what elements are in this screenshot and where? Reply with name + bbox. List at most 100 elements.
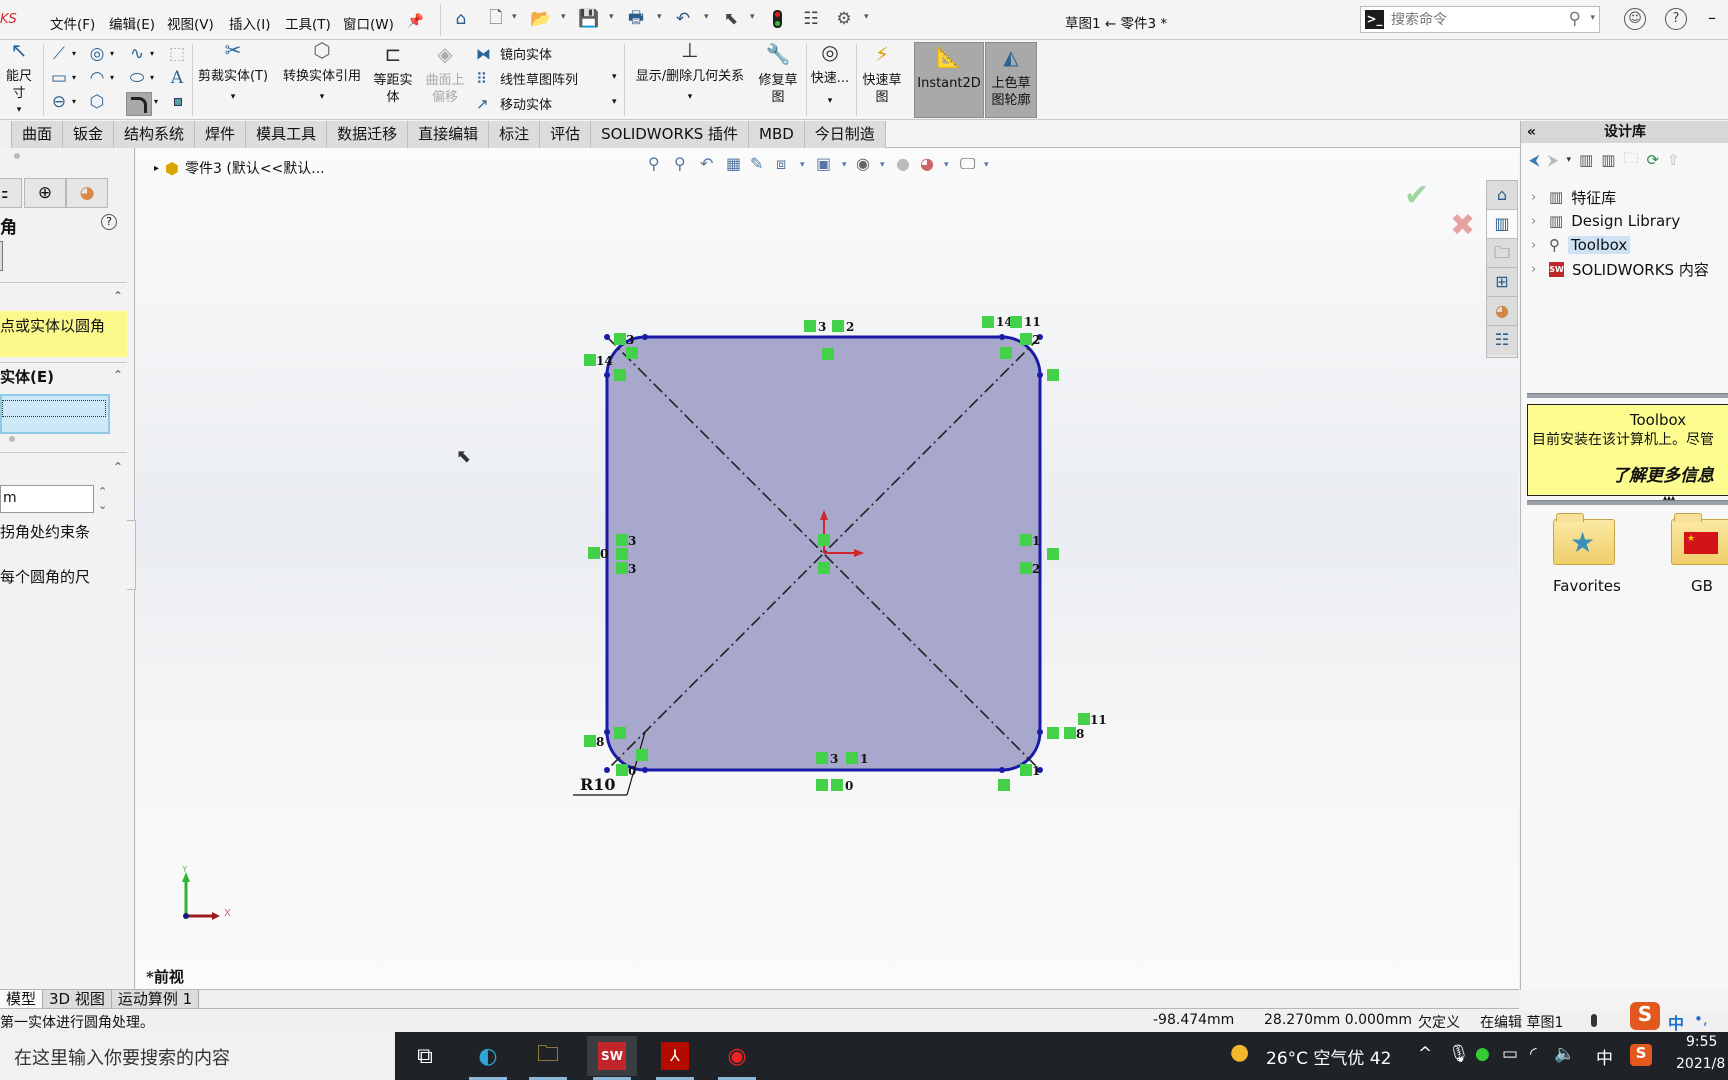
print-icon[interactable]: 🖶: [625, 8, 647, 30]
tab-motion-study-1[interactable]: 运动算例 1: [111, 990, 200, 1008]
rectangle-icon[interactable]: ▭: [48, 68, 70, 88]
spin-up-icon[interactable]: ⌃: [98, 485, 107, 498]
pane-splitter[interactable]: [1527, 393, 1728, 398]
collapse-panel-icon[interactable]: «: [1527, 121, 1536, 143]
tab-sketch[interactable]: [0, 121, 12, 148]
search-command-input[interactable]: [1391, 10, 1561, 30]
list-resize-dot[interactable]: [9, 436, 15, 442]
up-arrow-icon[interactable]: ⇧: [1667, 151, 1680, 169]
menu-window[interactable]: 窗口(W): [343, 13, 394, 33]
ok-button[interactable]: [0, 241, 3, 271]
point-icon[interactable]: [174, 98, 182, 106]
select-cursor-icon[interactable]: ⬉: [720, 8, 742, 30]
panel-splitter-handle[interactable]: [127, 520, 136, 590]
keep-constrained-corners-label[interactable]: 拐角处约束条: [0, 521, 90, 542]
help-icon[interactable]: ?: [1665, 8, 1687, 30]
offset-entities-button[interactable]: ⊏ 等距实体: [370, 44, 416, 106]
menu-tools[interactable]: 工具(T): [285, 13, 331, 33]
pane-splitter[interactable]: [1527, 500, 1728, 505]
sketch-fillet-button[interactable]: [126, 92, 152, 116]
instant2d-button[interactable]: 📐 Instant2D: [914, 42, 984, 118]
rebuild-status-icon[interactable]: [1591, 1014, 1597, 1027]
sogou-tray-icon[interactable]: S: [1630, 1044, 1652, 1066]
chevron-down-icon[interactable]: ▾: [72, 97, 76, 106]
display-delete-relations-button[interactable]: ⊥ 显示/删除几何关系 ▾: [628, 40, 752, 106]
move-entities-button[interactable]: ↗ 移动实体: [476, 94, 552, 114]
forward-arrow-icon[interactable]: ⮞: [1548, 151, 1559, 169]
chevron-down-icon[interactable]: ▾: [110, 49, 114, 58]
tab-model[interactable]: 模型: [0, 990, 44, 1008]
clock-time[interactable]: 9:55: [1686, 1034, 1717, 1050]
tab-weldments[interactable]: 焊件: [195, 121, 247, 148]
solidworks-app-icon[interactable]: SW: [587, 1036, 637, 1080]
tab-evaluate[interactable]: 评估: [540, 121, 592, 148]
chevron-down-icon[interactable]: ▾: [150, 49, 154, 58]
slot-icon[interactable]: ⊖: [48, 92, 70, 112]
spin-down-icon[interactable]: ⌄: [98, 499, 107, 512]
tree-item-solidworks-content[interactable]: › SW SOLIDWORKS 内容: [1531, 257, 1709, 281]
edge-browser-icon[interactable]: ◐: [463, 1036, 513, 1080]
collapse-chevron-icon[interactable]: ⌃: [113, 460, 123, 474]
home-icon[interactable]: ⌂: [450, 8, 472, 30]
create-new-folder-icon[interactable]: ▥: [1601, 151, 1615, 169]
user-account-icon[interactable]: ☺: [1624, 8, 1646, 30]
chevron-down-icon[interactable]: ▾: [110, 73, 114, 82]
task-view-icon[interactable]: ⧉: [400, 1036, 450, 1076]
splitter-grip-icon[interactable]: ▴▴▴: [1663, 493, 1675, 502]
add-to-library-icon[interactable]: 🗀: [1623, 148, 1638, 173]
folder-gb[interactable]: ★ GB: [1671, 513, 1728, 595]
file-explorer-icon[interactable]: 🗀: [523, 1036, 573, 1080]
chevron-down-icon[interactable]: ▾: [1567, 155, 1572, 165]
line-icon[interactable]: ⟋: [48, 44, 70, 64]
volume-icon[interactable]: 🔈: [1554, 1044, 1575, 1064]
expand-chevron-icon[interactable]: ›: [1531, 214, 1541, 229]
save-icon[interactable]: 💾: [578, 8, 600, 30]
appearances-tab[interactable]: ◕: [1487, 297, 1517, 326]
rebuild-traffic-light-icon[interactable]: [766, 8, 788, 30]
tab-direct-editing[interactable]: 直接编辑: [408, 121, 490, 148]
taskbar-search[interactable]: 在这里输入你要搜索的内容: [0, 1032, 395, 1080]
ime-language-indicator[interactable]: 中: [1668, 1010, 1684, 1034]
pin-icon[interactable]: 📌: [407, 13, 424, 29]
rapid-sketch-button[interactable]: ⚡ 快速草图: [862, 44, 902, 106]
entities-selection-box[interactable]: [0, 394, 110, 434]
collapse-chevron-icon[interactable]: ⌃: [113, 368, 123, 382]
options-gear-icon[interactable]: ⚙: [833, 8, 855, 30]
tree-item-toolbox[interactable]: › ⚲ Toolbox: [1531, 233, 1631, 257]
tab-mbd[interactable]: MBD: [749, 121, 805, 148]
graphics-area[interactable]: ▸ ⬢ 零件3 (默认<<默认... ⚲ ⚲ ↶ ▦ ✎ ⧈ ▾ ▣ ▾ ◉ ▾…: [136, 148, 1519, 990]
dimension-each-fillet-label[interactable]: 每个圆角的尺: [0, 566, 90, 587]
screen-recorder-icon[interactable]: ◉: [712, 1036, 762, 1080]
show-hidden-icons-chevron[interactable]: ^: [1418, 1044, 1432, 1064]
chevron-down-icon[interactable]: ▾: [704, 12, 709, 22]
circle-icon[interactable]: ◎: [86, 44, 108, 64]
file-explorer-tab[interactable]: 🗀: [1487, 239, 1517, 268]
chevron-down-icon[interactable]: ▾: [657, 12, 662, 22]
refresh-icon[interactable]: ⟳: [1646, 151, 1659, 169]
chevron-down-icon[interactable]: ▾: [612, 72, 617, 82]
spline-icon[interactable]: ∿: [126, 44, 148, 64]
command-search[interactable]: >_ ⚲ ▾: [1360, 6, 1600, 33]
trim-entities-button[interactable]: ✂ 剪裁实体(T) ▾: [196, 40, 270, 106]
tab-surface[interactable]: 曲面: [12, 121, 64, 148]
view-palette-tab[interactable]: ⊞: [1487, 268, 1517, 297]
tab-sheet-metal[interactable]: 钣金: [63, 121, 115, 148]
custom-properties-tab[interactable]: ☷: [1487, 326, 1517, 355]
chevron-down-icon[interactable]: ▾: [750, 12, 755, 22]
quick-snaps-button[interactable]: ◎ 快速... ▾: [810, 42, 850, 110]
chevron-down-icon[interactable]: ▾: [154, 97, 158, 106]
folder-favorites[interactable]: ★ Favorites: [1553, 513, 1621, 595]
shaded-sketch-contours-button[interactable]: ◭ 上色草图轮廓: [985, 42, 1037, 118]
tab-configuration-manager[interactable]: ⚏: [0, 178, 22, 208]
clock-date[interactable]: 2021/8: [1676, 1056, 1725, 1072]
sketch-canvas[interactable]: R10 3 2 14 11 2 3 14 0 3 3 1 2 8 11 8 3 …: [136, 148, 1519, 990]
weather-sun-icon[interactable]: ●: [1230, 1040, 1249, 1065]
tab-solidworks-addins[interactable]: SOLIDWORKS 插件: [591, 121, 749, 148]
weather-text[interactable]: 26°C 空气优 42: [1266, 1044, 1391, 1069]
smart-dimension-button[interactable]: ↖ 能尺寸 ▾: [0, 40, 38, 119]
tab-dimxpert[interactable]: ⊕: [24, 178, 66, 208]
undo-icon[interactable]: ↶: [672, 8, 694, 30]
collapse-chevron-icon[interactable]: ⌃: [113, 289, 123, 303]
chevron-down-icon[interactable]: ▾: [150, 73, 154, 82]
add-file-location-icon[interactable]: ▥: [1579, 151, 1593, 169]
